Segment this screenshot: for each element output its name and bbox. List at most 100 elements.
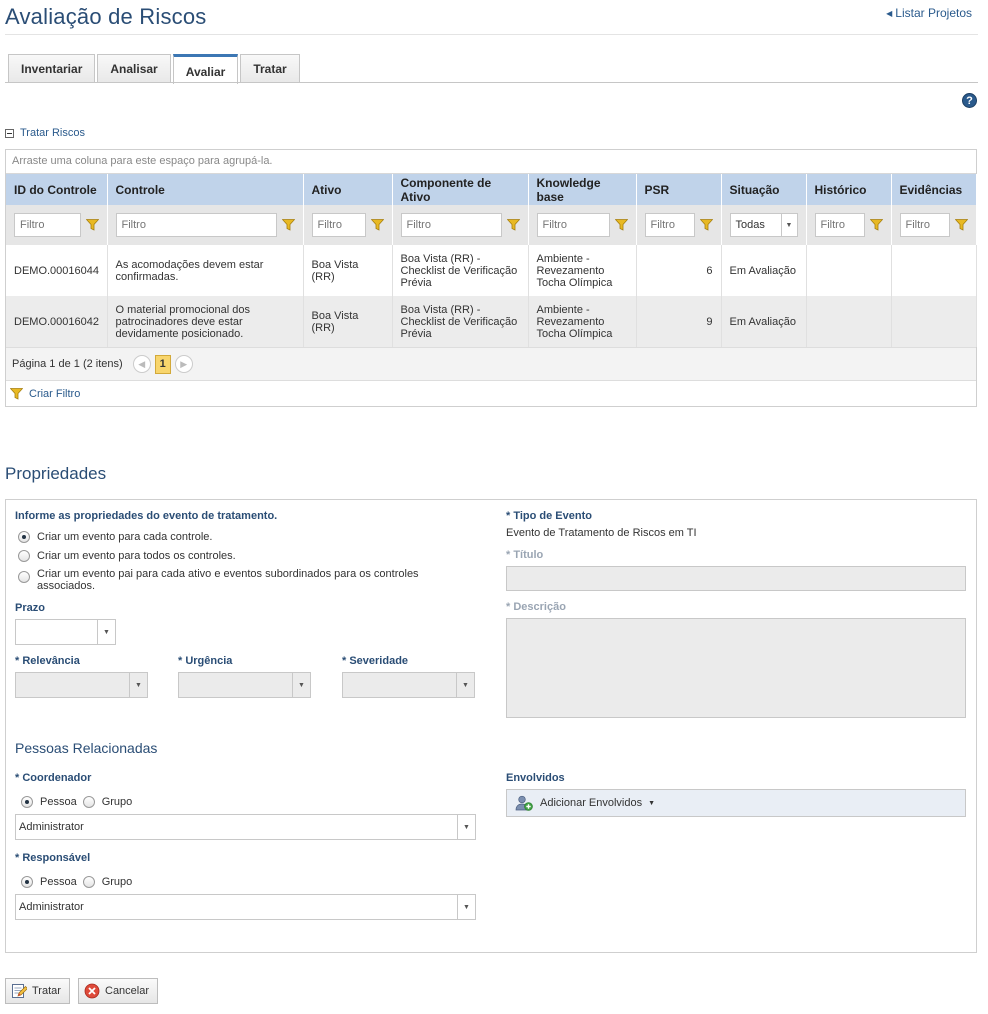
coordenador-select[interactable]: Administrator ▼ (15, 814, 476, 840)
event-properties-intro: Informe as propriedades do evento de tra… (15, 510, 278, 522)
list-projects-link[interactable]: ◀ Listar Projetos (886, 6, 972, 20)
tab-bar: Inventariar Analisar Avaliar Tratar (8, 53, 302, 84)
filter-funnel-icon[interactable] (85, 219, 99, 231)
filter-funnel-icon[interactable] (506, 219, 520, 231)
add-envolvidos-button[interactable]: Adicionar Envolvidos ▼ (506, 789, 966, 817)
cell-evidencias (891, 245, 977, 296)
radio-parent-event[interactable] (18, 571, 30, 583)
col-componente-ativo[interactable]: Componente de Ativo (392, 174, 529, 205)
chevron-down-icon: ▼ (457, 895, 475, 919)
responsavel-grupo-label: Grupo (101, 876, 133, 888)
relevancia-select[interactable]: ▼ (15, 672, 148, 698)
tratar-button[interactable]: Tratar (5, 978, 70, 1004)
filter-controle-input[interactable] (115, 213, 277, 237)
cancelar-label: Cancelar (105, 985, 150, 997)
title-divider (5, 34, 978, 35)
cancel-icon (84, 983, 100, 999)
table-row[interactable]: DEMO.00016042 O material promocional dos… (6, 296, 977, 347)
list-projects-label: Listar Projetos (895, 6, 972, 20)
cell-psr: 6 (636, 245, 722, 296)
chevron-down-icon: ▼ (129, 673, 147, 697)
pager-summary: Página 1 de 1 (2 itens) (12, 358, 123, 370)
option-all-controls[interactable]: Criar um evento para todos os controles. (18, 550, 236, 562)
coordenador-radio-grupo[interactable] (82, 796, 95, 808)
page-title: Avaliação de Riscos (5, 4, 207, 29)
option-parent-event[interactable]: Criar um evento pai para cada ativo e ev… (18, 568, 458, 592)
severidade-select[interactable]: ▼ (342, 672, 475, 698)
filter-historico-input[interactable] (814, 213, 865, 237)
descricao-textarea[interactable] (506, 618, 966, 718)
urgencia-label: * Urgência (178, 655, 233, 667)
urgencia-select[interactable]: ▼ (178, 672, 311, 698)
option-each-control-label: Criar um evento para cada controle. (37, 531, 213, 543)
filter-funnel-icon[interactable] (614, 219, 628, 231)
filter-evidencias-input[interactable] (899, 213, 950, 237)
cell-id: DEMO.00016044 (6, 245, 108, 296)
tipo-evento-label: * Tipo de Evento (506, 510, 592, 522)
group-by-panel[interactable]: Arraste uma coluna para este espaço para… (6, 150, 976, 174)
radio-all-controls[interactable] (18, 550, 30, 562)
cell-ativo: Boa Vista (RR) (303, 296, 393, 347)
descricao-label: * Descrição (506, 601, 566, 613)
filter-componente-input[interactable] (400, 213, 502, 237)
table-row[interactable]: DEMO.00016044 As acomodações devem estar… (6, 245, 977, 296)
responsavel-radio-grupo[interactable] (82, 876, 95, 888)
col-knowledge-base[interactable]: Knowledge base (528, 174, 637, 205)
filter-ativo-input[interactable] (311, 213, 366, 237)
cell-id: DEMO.00016042 (6, 296, 108, 347)
prazo-label: Prazo (15, 602, 45, 614)
related-people-title: Pessoas Relacionadas (15, 740, 158, 756)
filter-funnel-icon[interactable] (370, 219, 384, 231)
tab-avaliar[interactable]: Avaliar (172, 54, 239, 84)
col-controle[interactable]: Controle (107, 174, 304, 205)
pager: Página 1 de 1 (2 itens) ◀ 1 ▶ (6, 347, 976, 380)
filter-row: Todas ▼ (6, 205, 977, 245)
properties-title: Propriedades (5, 464, 107, 483)
chevron-down-icon: ▼ (292, 673, 310, 697)
prev-page-icon[interactable]: ◀ (132, 355, 151, 373)
filter-situacao-select[interactable]: Todas ▼ (729, 213, 798, 237)
col-ativo[interactable]: Ativo (303, 174, 393, 205)
tab-analisar[interactable]: Analisar (97, 54, 171, 83)
caret-left-icon: ◀ (886, 9, 893, 18)
help-icon[interactable]: ? (962, 93, 977, 108)
next-page-icon[interactable]: ▶ (174, 355, 193, 373)
col-id-controle[interactable]: ID do Controle (6, 174, 108, 205)
option-each-control[interactable]: Criar um evento para cada controle. (18, 531, 212, 543)
tratar-riscos-toggle[interactable]: Tratar Riscos (5, 127, 85, 139)
tratar-label: Tratar (32, 985, 61, 997)
chevron-down-icon: ▼ (780, 214, 797, 236)
responsavel-radio-pessoa[interactable] (21, 876, 33, 888)
filter-funnel-icon[interactable] (281, 219, 295, 231)
col-historico[interactable]: Histórico (806, 174, 892, 205)
filter-funnel-icon[interactable] (954, 219, 968, 231)
cell-situacao: Em Avaliação (721, 296, 807, 347)
controls-table: ID do Controle Controle Ativo Componente… (6, 174, 977, 347)
radio-each-control[interactable] (18, 531, 30, 543)
tab-tratar[interactable]: Tratar (240, 54, 300, 83)
col-situacao[interactable]: Situação (721, 174, 807, 205)
create-filter-link[interactable]: Criar Filtro (6, 380, 976, 406)
responsavel-type: Pessoa Grupo (21, 876, 132, 888)
titulo-input[interactable] (506, 566, 966, 591)
coordenador-radio-pessoa[interactable] (21, 796, 33, 808)
page-number-button[interactable]: 1 (154, 354, 171, 374)
responsavel-pessoa-label: Pessoa (40, 876, 77, 888)
filter-id-input[interactable] (14, 213, 81, 237)
option-all-controls-label: Criar um evento para todos os controles. (37, 550, 236, 562)
caret-down-icon: ▼ (648, 799, 656, 807)
cancelar-button[interactable]: Cancelar (78, 978, 159, 1004)
col-evidencias[interactable]: Evidências (891, 174, 977, 205)
tab-inventariar[interactable]: Inventariar (8, 54, 96, 83)
tratar-riscos-label: Tratar Riscos (20, 127, 85, 139)
tipo-evento-value: Evento de Tratamento de Riscos em TI (506, 527, 697, 539)
relevancia-label: * Relevância (15, 655, 80, 667)
prazo-date-picker[interactable]: ▼ (15, 619, 116, 645)
filter-kb-input[interactable] (536, 213, 610, 237)
col-psr[interactable]: PSR (636, 174, 722, 205)
responsavel-select[interactable]: Administrator ▼ (15, 894, 476, 920)
filter-funnel-icon[interactable] (869, 219, 883, 231)
filter-funnel-icon[interactable] (699, 219, 713, 231)
cell-ativo: Boa Vista (RR) (303, 245, 393, 296)
filter-psr-input[interactable] (644, 213, 695, 237)
